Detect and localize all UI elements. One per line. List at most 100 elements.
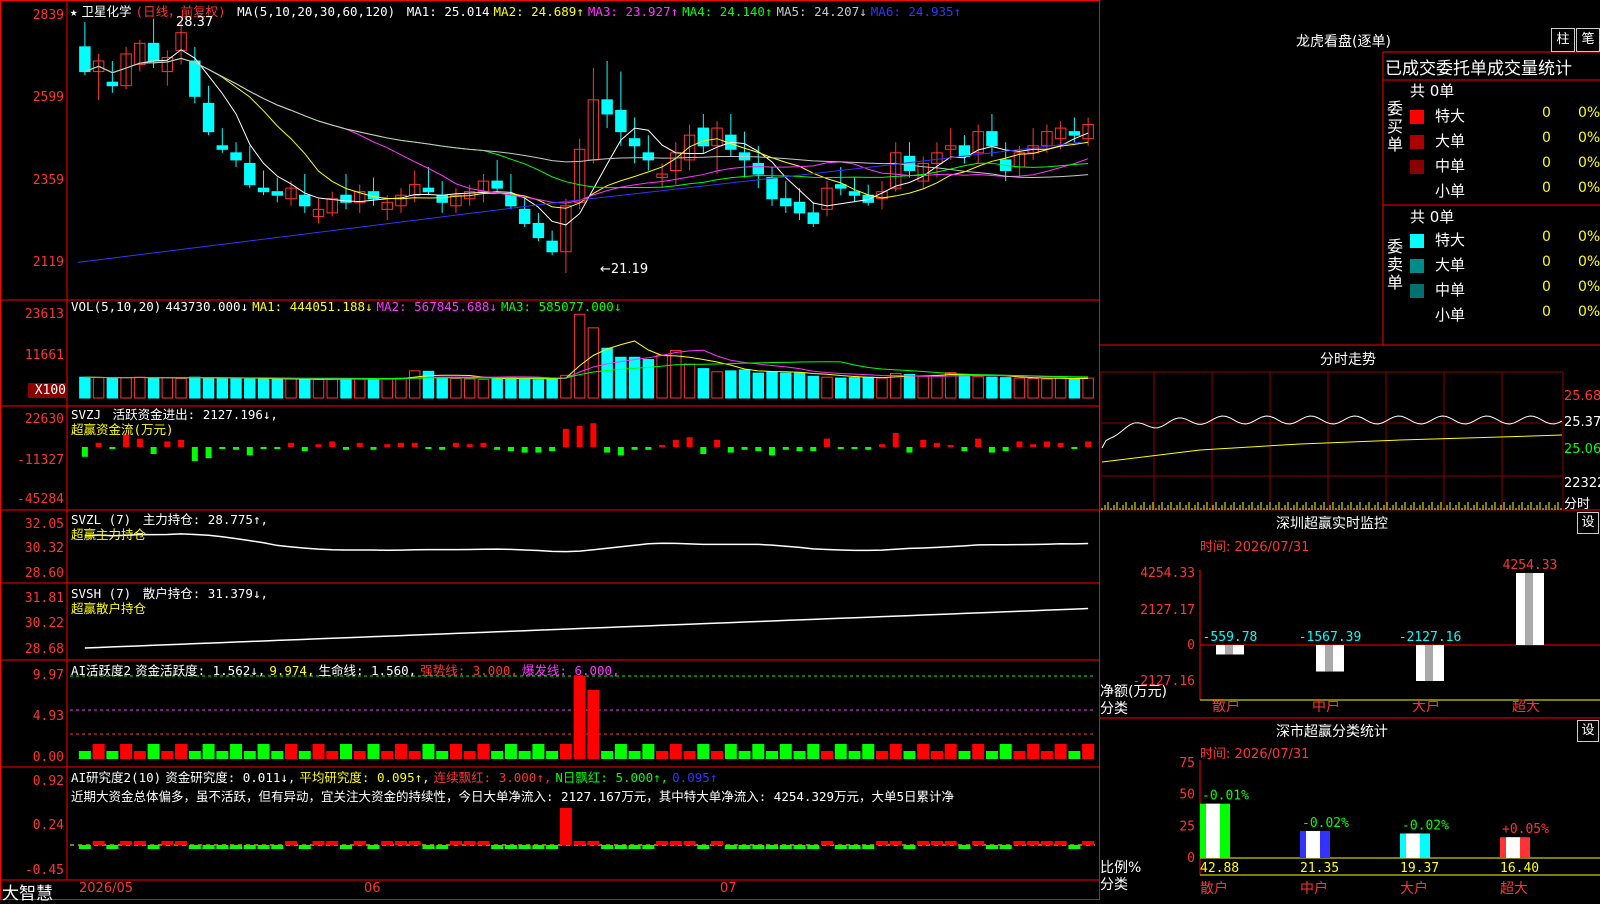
- classify-tick: 50: [1179, 788, 1195, 803]
- stock-name[interactable]: 卫星化学: [82, 4, 132, 19]
- volume-bar: [244, 378, 256, 399]
- research-bar: [271, 845, 284, 849]
- volume-bar: [683, 363, 696, 399]
- volume-bar: [271, 378, 283, 399]
- monitor-ylabel2: 分类: [1100, 701, 1128, 717]
- volume-bar: [230, 378, 242, 399]
- ai2-value-3: N日飘红: 5.000↑,: [555, 770, 669, 785]
- fund-flow-bar: [1030, 444, 1037, 447]
- price-tick-2: 2359: [32, 173, 64, 188]
- volume-bar: [821, 376, 833, 399]
- fund-flow-bar: [769, 447, 776, 456]
- classify-value-label: 19.37: [1400, 861, 1439, 876]
- monitor-bar-shade: [1425, 645, 1433, 681]
- research-bar: [532, 845, 545, 849]
- candle-body: [615, 109, 627, 133]
- activity-bar: [985, 751, 998, 759]
- volume-bar: [986, 376, 998, 399]
- volume-bar: [147, 377, 160, 399]
- fund-flow-bar: [150, 447, 157, 454]
- monitor-tick: 0: [1187, 638, 1195, 653]
- fund-flow-bar: [975, 438, 982, 447]
- fund-flow-bar: [521, 447, 528, 453]
- monitor-category: 散户: [1212, 698, 1240, 715]
- volume-bar: [725, 370, 737, 399]
- candle-body: [244, 162, 256, 186]
- legend-swatch: [1410, 284, 1424, 298]
- activity-bar: [106, 751, 119, 759]
- monitor-title: 深圳超赢实时监控: [1276, 516, 1388, 532]
- order-count: 0: [1542, 180, 1551, 196]
- activity-bar: [752, 744, 765, 759]
- volume-bar: [1013, 377, 1026, 399]
- activity-bar: [656, 751, 669, 759]
- classify-tick: 0: [1187, 851, 1195, 866]
- ma-value-0: MA1: 25.014: [406, 4, 490, 19]
- ai1-items: 资金活跃度: 1.562↓, 9.974, 生命线: 1.560, 强势线: 3.00…: [135, 663, 624, 678]
- intraday-tick-1: 25.37: [1564, 415, 1600, 430]
- research-bar: [738, 845, 751, 849]
- research-bar: [848, 845, 861, 849]
- bar-mode-button[interactable]: 柱: [1551, 28, 1575, 52]
- activity-bar: [271, 751, 284, 759]
- vol-value-2: MA2: 567845.688↓: [376, 299, 497, 314]
- volume-bar: [601, 347, 613, 399]
- volume-bar: [697, 368, 710, 399]
- activity-bar: [614, 744, 627, 759]
- order-percent: 0%: [1578, 279, 1600, 295]
- activity-bar: [1054, 744, 1067, 759]
- activity-bar: [230, 744, 243, 759]
- monitor-bar-label: -2127.16: [1399, 630, 1462, 645]
- legend-swatch: [1410, 234, 1424, 248]
- activity-bar: [642, 744, 655, 759]
- research-bar: [972, 841, 985, 845]
- fund-flow-bar: [672, 440, 679, 447]
- research-bar: [161, 841, 174, 845]
- candle-body: [752, 162, 765, 175]
- sell-total: 共 0单: [1410, 208, 1455, 226]
- activity-bar: [353, 751, 366, 759]
- classify-settings-button[interactable]: 设: [1577, 720, 1599, 742]
- monitor-bar-label: -1567.39: [1299, 630, 1362, 645]
- order-size-label: 特大: [1435, 107, 1466, 125]
- fund-flow-bar: [851, 447, 858, 449]
- research-bar: [683, 841, 696, 845]
- classify-change-label: -0.02%: [1302, 816, 1349, 831]
- candle-body: [780, 198, 792, 207]
- ai1-value-1: 9.974,: [269, 663, 315, 678]
- activity-bar: [738, 751, 751, 759]
- order-percent: 0%: [1578, 229, 1600, 245]
- monitor-settings-button[interactable]: 设: [1577, 512, 1599, 534]
- xaxis-label-2: 07: [720, 881, 737, 896]
- volume-bar: [862, 376, 874, 399]
- classify-value-label: 42.88: [1200, 861, 1239, 876]
- activity-bar: [449, 744, 462, 759]
- activity-bar: [367, 744, 380, 759]
- fund-flow-bar: [164, 441, 171, 447]
- ai2-title: AI研究度2(10): [71, 770, 162, 785]
- activity-bar: [766, 751, 779, 759]
- fund-flow-bar: [755, 447, 762, 452]
- research-bar: [422, 845, 435, 849]
- volume-bar: [134, 376, 146, 399]
- tick-mode-button[interactable]: 笔: [1576, 28, 1600, 52]
- volume-bar: [79, 376, 91, 399]
- fund-flow-bar: [741, 447, 748, 450]
- activity-bar: [518, 751, 531, 759]
- fund-flow-bar: [892, 433, 899, 447]
- intraday-tick-0: 25.68: [1564, 389, 1600, 404]
- volume-bar: [1068, 378, 1081, 399]
- fund-flow-bar: [301, 447, 308, 452]
- volume-bar: [202, 377, 215, 399]
- order-percent: 0%: [1578, 155, 1600, 171]
- ai1-header: AI活跃度2 资金活跃度: 1.562↓, 9.974, 生命线: 1.560, 强势线…: [71, 660, 628, 679]
- fund-flow-bar: [466, 444, 473, 447]
- vol-value-1: MA1: 444051.188↓: [252, 299, 373, 314]
- fund-flow-bar: [1071, 447, 1078, 449]
- legend-swatch: [1410, 309, 1424, 323]
- fund-flow-bar: [356, 442, 363, 447]
- research-bar: [216, 845, 229, 849]
- stats-title: 已成交委托单成交量统计: [1385, 59, 1572, 79]
- volume-bar: [903, 373, 916, 399]
- ai2-value-4: 0.095↑: [672, 770, 718, 785]
